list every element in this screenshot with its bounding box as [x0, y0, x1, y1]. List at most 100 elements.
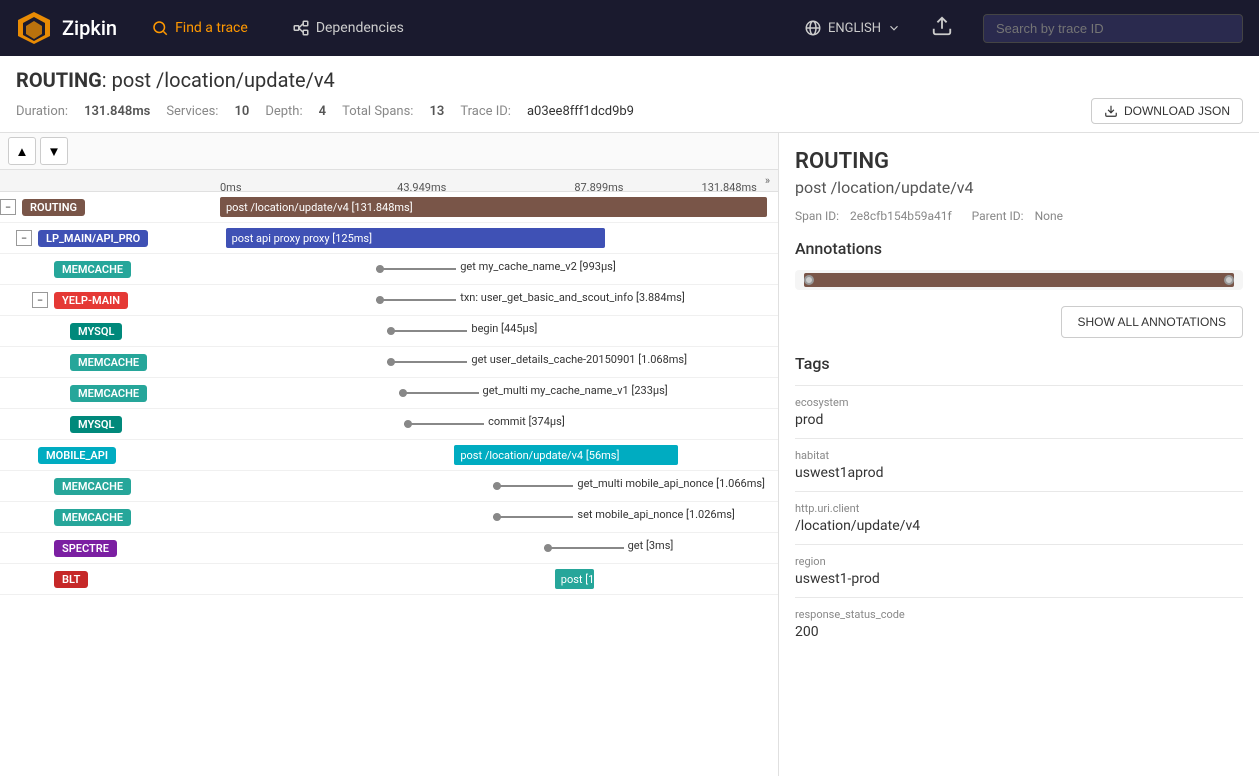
span-bar-area: post /location/update/v4 [56ms] — [220, 440, 778, 470]
detail-service-name: ROUTING — [795, 149, 1243, 174]
meta-row: Duration: 131.848ms Services: 10 Depth: … — [16, 98, 1243, 124]
span-bar[interactable]: post /location/update/v4 [56ms] — [454, 445, 677, 465]
trace-row[interactable]: SPECTRE get [3ms] — [0, 533, 778, 564]
trace-row[interactable]: −ROUTING post /location/update/v4 [131.84… — [0, 192, 778, 223]
download-label: DOWNLOAD JSON — [1124, 104, 1230, 118]
span-dot — [387, 358, 395, 366]
show-all-annotations-button[interactable]: SHOW ALL ANNOTATIONS — [1061, 306, 1243, 338]
span-dot — [544, 544, 552, 552]
search-nav-icon — [151, 19, 169, 37]
trace-row[interactable]: −YELP-MAINtxn: user_get_basic_and_scout_… — [0, 285, 778, 316]
trace-rows: −ROUTINGpost /location/update/v4 [131.84… — [0, 192, 778, 595]
parent-id-label: Parent ID: — [972, 209, 1024, 223]
span-dot — [387, 327, 395, 335]
app-name: Zipkin — [62, 16, 117, 40]
span-bar-area: get user_details_cache-20150901 [1.068ms… — [220, 347, 778, 377]
service-badge: MEMCACHE — [54, 478, 131, 495]
span-bar-area: txn: user_get_basic_and_scout_info [3.88… — [220, 285, 778, 315]
service-badge: MEMCACHE — [70, 354, 147, 371]
span-label: get_multi my_cache_name_v1 [233μs] — [483, 384, 668, 397]
trace-row[interactable]: MEMCACHEget my_cache_name_v2 [993μs] — [0, 254, 778, 285]
tag-row: habitatuswest1aprod — [795, 438, 1243, 491]
span-dot — [399, 389, 407, 397]
dependencies-icon — [292, 19, 310, 37]
upload-button[interactable] — [925, 9, 959, 47]
scroll-up-button[interactable]: ▲ — [8, 137, 36, 165]
tag-row: regionuswest1-prod — [795, 544, 1243, 597]
span-bar-area: post [14ms] — [220, 564, 778, 594]
trace-row[interactable]: MYSQLcommit [374μs] — [0, 409, 778, 440]
dependencies-nav[interactable]: Dependencies — [282, 13, 414, 43]
tag-value: uswest1aprod — [795, 465, 1243, 481]
detail-span-info: Span ID: 2e8cfb154b59a41f Parent ID: Non… — [795, 209, 1243, 223]
tag-key: http.uri.client — [795, 502, 1243, 515]
trace-row[interactable]: MEMCACHE get user_details_cache-20150901 … — [0, 347, 778, 378]
row-left: MYSQL — [0, 323, 220, 340]
row-left: MEMCACHE — [0, 354, 220, 371]
span-label: get [3ms] — [628, 539, 674, 552]
main-layout: ▲ ▼ 0ms 43.949ms 87.899ms 131.848ms » −R… — [0, 133, 1259, 776]
span-label: get user_details_cache-20150901 [1.068ms… — [471, 353, 687, 366]
service-badge: MEMCACHE — [70, 385, 147, 402]
trace-row[interactable]: MOBILE_APIpost /location/update/v4 [56ms… — [0, 440, 778, 471]
span-dot — [376, 265, 384, 273]
collapse-button[interactable]: − — [32, 292, 48, 308]
span-line — [493, 485, 573, 487]
span-bar-area: set mobile_api_nonce [1.026ms] — [220, 502, 778, 532]
service-badge: SPECTRE — [54, 540, 117, 557]
trace-row[interactable]: MEMCACHEget_multi mobile_api_nonce [1.06… — [0, 471, 778, 502]
tag-value: uswest1-prod — [795, 571, 1243, 587]
row-left: MEMCACHE — [0, 509, 220, 526]
dependencies-label: Dependencies — [316, 20, 404, 36]
total-spans-label: Total Spans: — [342, 104, 413, 119]
tag-row: ecosystemprod — [795, 385, 1243, 438]
span-bar-area: begin [445μs] — [220, 316, 778, 346]
span-label: set mobile_api_nonce [1.026ms] — [577, 508, 734, 521]
tags-title: Tags — [795, 354, 1243, 373]
trace-row[interactable]: MYSQLbegin [445μs] — [0, 316, 778, 347]
span-line — [404, 423, 484, 425]
trace-controls: ▲ ▼ — [0, 133, 778, 170]
language-selector[interactable]: ENGLISH — [804, 19, 901, 37]
total-spans-value: 13 — [429, 104, 444, 119]
row-left: −YELP-MAIN — [0, 292, 220, 309]
find-trace-nav[interactable]: Find a trace — [141, 13, 258, 43]
annotation-bar-fill — [804, 273, 1234, 287]
span-bar-area: commit [374μs] — [220, 409, 778, 439]
tags-container: ecosystemprodhabitatuswest1aprod http.uri… — [795, 385, 1243, 650]
expand-all-button[interactable]: » — [757, 170, 778, 191]
trace-id-value: a03ee8fff1dcd9b9 — [527, 104, 634, 119]
tag-row: response_status_code200 — [795, 597, 1243, 650]
page-path: post /location/update/v4 — [112, 68, 335, 92]
logo-link[interactable]: Zipkin — [16, 10, 117, 46]
download-json-button[interactable]: DOWNLOAD JSON — [1091, 98, 1243, 124]
tag-key: ecosystem — [795, 396, 1243, 409]
span-line — [544, 547, 624, 549]
span-label: commit [374μs] — [488, 415, 565, 428]
span-bar-area: get my_cache_name_v2 [993μs] — [220, 254, 778, 284]
trace-row[interactable]: MEMCACHE set mobile_api_nonce [1.026ms] — [0, 502, 778, 533]
trace-row[interactable]: MEMCACHE get_multi my_cache_name_v1 [233μ… — [0, 378, 778, 409]
trace-row[interactable]: −LP_MAIN/API_PROpost api proxy proxy [12… — [0, 223, 778, 254]
trace-id-search[interactable] — [983, 14, 1243, 43]
duration-label: Duration: — [16, 104, 68, 119]
tags-section: Tags ecosystemprodhabitatuswest1aprod htt… — [795, 354, 1243, 650]
span-bar[interactable]: post [14ms] — [555, 569, 594, 589]
span-id-label: Span ID: — [795, 209, 839, 223]
collapse-button[interactable]: − — [16, 230, 32, 246]
row-left: BLT — [0, 571, 220, 588]
scroll-down-button[interactable]: ▼ — [40, 137, 68, 165]
span-bar[interactable]: post /location/update/v4 [131.848ms] — [220, 197, 767, 217]
tag-value: 200 — [795, 624, 1243, 640]
annotation-bar — [795, 270, 1243, 290]
collapse-button[interactable]: − — [0, 199, 16, 215]
detail-panel: ROUTING post /location/update/v4 Span ID… — [779, 133, 1259, 776]
page-title: ROUTING: post /location/update/v4 — [16, 68, 1243, 92]
service-name: ROUTING — [16, 68, 102, 92]
trace-row[interactable]: BLT post [14ms] — [0, 564, 778, 595]
services-value: 10 — [234, 104, 249, 119]
service-badge: ROUTING — [22, 199, 85, 216]
row-left: MEMCACHE — [0, 478, 220, 495]
span-bar[interactable]: post api proxy proxy [125ms] — [226, 228, 605, 248]
span-bar-area: post api proxy proxy [125ms] — [220, 223, 778, 253]
